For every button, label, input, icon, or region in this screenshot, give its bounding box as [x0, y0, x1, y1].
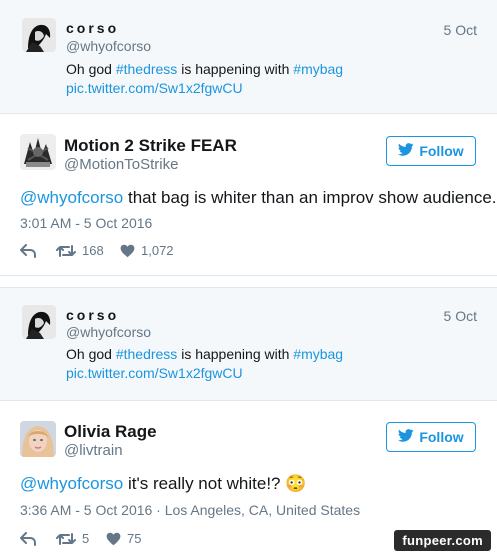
reply-icon: [20, 244, 36, 258]
tweet-text: Oh god #thedress is happening with #myba…: [66, 346, 343, 362]
follow-button[interactable]: Follow: [386, 422, 476, 452]
avatar[interactable]: [20, 134, 56, 170]
like-button[interactable]: 75: [106, 531, 141, 546]
retweet-button[interactable]: 5: [56, 531, 89, 546]
reply-button[interactable]: [20, 244, 36, 258]
twitter-bird-icon: [398, 429, 414, 445]
retweet-button[interactable]: 168: [56, 243, 104, 258]
author-handle[interactable]: @whyofcorso: [66, 38, 151, 54]
follow-label: Follow: [419, 143, 464, 159]
mention-link[interactable]: @whyofcorso: [20, 188, 123, 207]
retweet-icon: [56, 244, 76, 258]
like-count: 1,072: [141, 243, 174, 258]
retweet-icon: [56, 532, 76, 546]
text-segment: is happening with: [177, 346, 294, 362]
author-name[interactable]: Motion 2 Strike FEAR: [64, 136, 237, 156]
divider: [0, 113, 497, 114]
watermark: funpeer.com: [394, 530, 491, 551]
pic-link[interactable]: pic.twitter.com/Sw1x2fgwCU: [66, 365, 243, 381]
author-handle[interactable]: @whyofcorso: [66, 324, 151, 340]
hashtag-link[interactable]: #thedress: [116, 61, 177, 77]
follow-label: Follow: [419, 429, 464, 445]
like-count: 75: [127, 531, 142, 546]
tweet-text: Oh god #thedress is happening with #myba…: [66, 61, 343, 77]
author-name[interactable]: Olivia Rage: [64, 422, 157, 442]
mention-link[interactable]: @whyofcorso: [20, 474, 123, 493]
reply-button[interactable]: [20, 532, 36, 546]
avatar[interactable]: [22, 305, 56, 339]
avatar[interactable]: [20, 421, 56, 457]
twitter-bird-icon: [398, 143, 414, 159]
text-segment: it's really not white!?: [123, 474, 286, 493]
divider: [0, 275, 497, 276]
flushed-face-emoji: 😳: [285, 474, 307, 493]
tweet-date[interactable]: 5 Oct: [444, 22, 477, 38]
divider: [0, 400, 497, 401]
retweet-count: 5: [82, 531, 90, 546]
author-name[interactable]: corso: [66, 307, 119, 323]
text-segment: Oh god: [66, 346, 116, 362]
divider: [0, 287, 497, 288]
tweet-text: @whyofcorso that bag is whiter than an i…: [20, 188, 497, 208]
hashtag-link[interactable]: #mybag: [293, 346, 343, 362]
follow-button[interactable]: Follow: [386, 136, 476, 166]
tweet-text: @whyofcorso it's really not white!? 😳: [20, 474, 306, 494]
tweet-date[interactable]: 5 Oct: [444, 308, 477, 324]
context-tweet-2: [0, 287, 497, 400]
reply-icon: [20, 532, 36, 546]
text-segment: Oh god: [66, 61, 116, 77]
retweet-count: 168: [82, 243, 104, 258]
author-handle[interactable]: @MotionToStrike: [64, 156, 178, 173]
text-segment: that bag is whiter than an improv show a…: [123, 188, 497, 207]
heart-icon: [120, 244, 135, 258]
pic-link[interactable]: pic.twitter.com/Sw1x2fgwCU: [66, 80, 243, 96]
tweet-timestamp[interactable]: 3:36 AM - 5 Oct 2016 · Los Angeles, CA, …: [20, 502, 360, 518]
heart-icon: [106, 532, 121, 546]
text-segment: is happening with: [177, 61, 294, 77]
context-tweet-1: [0, 0, 497, 113]
author-handle[interactable]: @livtrain: [64, 442, 123, 459]
hashtag-link[interactable]: #mybag: [293, 61, 343, 77]
tweet-timestamp[interactable]: 3:01 AM - 5 Oct 2016: [20, 215, 152, 231]
author-name[interactable]: corso: [66, 20, 119, 36]
hashtag-link[interactable]: #thedress: [116, 346, 177, 362]
like-button[interactable]: 1,072: [120, 243, 174, 258]
avatar[interactable]: [22, 18, 56, 52]
